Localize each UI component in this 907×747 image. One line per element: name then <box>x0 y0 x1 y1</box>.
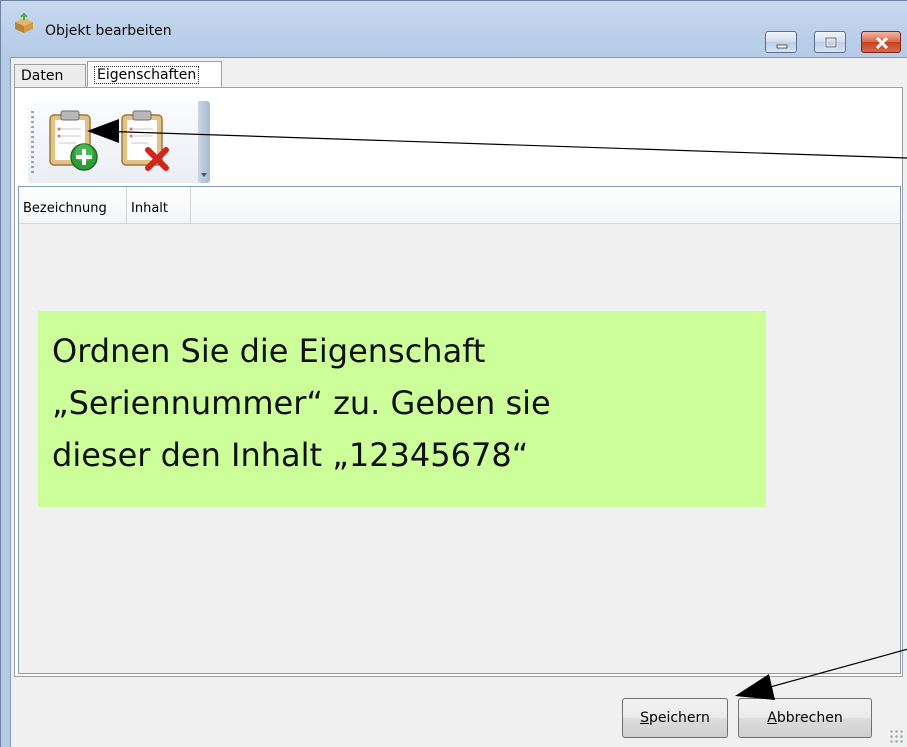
cancel-accelerator: A <box>767 710 777 726</box>
chevron-down-icon <box>201 173 207 177</box>
column-header-inhalt[interactable]: Inhalt <box>127 187 191 223</box>
minimize-button[interactable] <box>765 31 797 53</box>
minimize-icon <box>776 44 788 49</box>
footer: Speichern Abbrechen <box>11 677 907 747</box>
resize-grip[interactable] <box>889 729 903 743</box>
cancel-button[interactable]: Abbrechen <box>738 698 872 738</box>
clipboard-delete-icon <box>121 110 169 171</box>
close-button[interactable] <box>861 31 901 53</box>
toolbar <box>28 101 210 183</box>
instruction-text: Ordnen Sie die Eigenschaft „Seriennummer… <box>52 332 551 474</box>
save-button[interactable]: Speichern <box>622 698 728 738</box>
edit-object-window: Objekt bearbeiten Daten Eigenschaften Be… <box>0 0 907 747</box>
toolbar-grip[interactable] <box>31 111 34 175</box>
column-header-bezeichnung[interactable]: Bezeichnung <box>19 187 127 223</box>
tab-daten-label: Daten <box>21 68 64 84</box>
toolbar-overflow-button[interactable] <box>198 101 210 183</box>
tab-eigenschaften-label: Eigenschaften <box>94 66 200 84</box>
client-area: Daten Eigenschaften Bezeichnung Inhalt S… <box>10 57 907 747</box>
tab-daten[interactable]: Daten <box>14 64 86 87</box>
tab-strip: Daten Eigenschaften <box>11 61 901 88</box>
grid-header: Bezeichnung Inhalt <box>19 187 900 224</box>
window-title: Objekt bearbeiten <box>45 23 172 39</box>
cancel-button-label: bbrechen <box>776 710 843 726</box>
maximize-button[interactable] <box>814 31 846 53</box>
instruction-callout: Ordnen Sie die Eigenschaft „Seriennummer… <box>38 311 766 507</box>
tab-eigenschaften[interactable]: Eigenschaften <box>87 61 222 88</box>
clipboard-add-icon <box>49 110 98 171</box>
add-property-button[interactable] <box>46 107 110 179</box>
save-accelerator: S <box>640 710 649 726</box>
package-icon <box>13 12 35 33</box>
maximize-icon <box>824 36 838 49</box>
delete-property-button[interactable] <box>118 107 182 179</box>
save-button-label: peichern <box>648 710 710 726</box>
title-bar[interactable]: Objekt bearbeiten <box>1 1 907 53</box>
close-icon <box>875 36 889 50</box>
